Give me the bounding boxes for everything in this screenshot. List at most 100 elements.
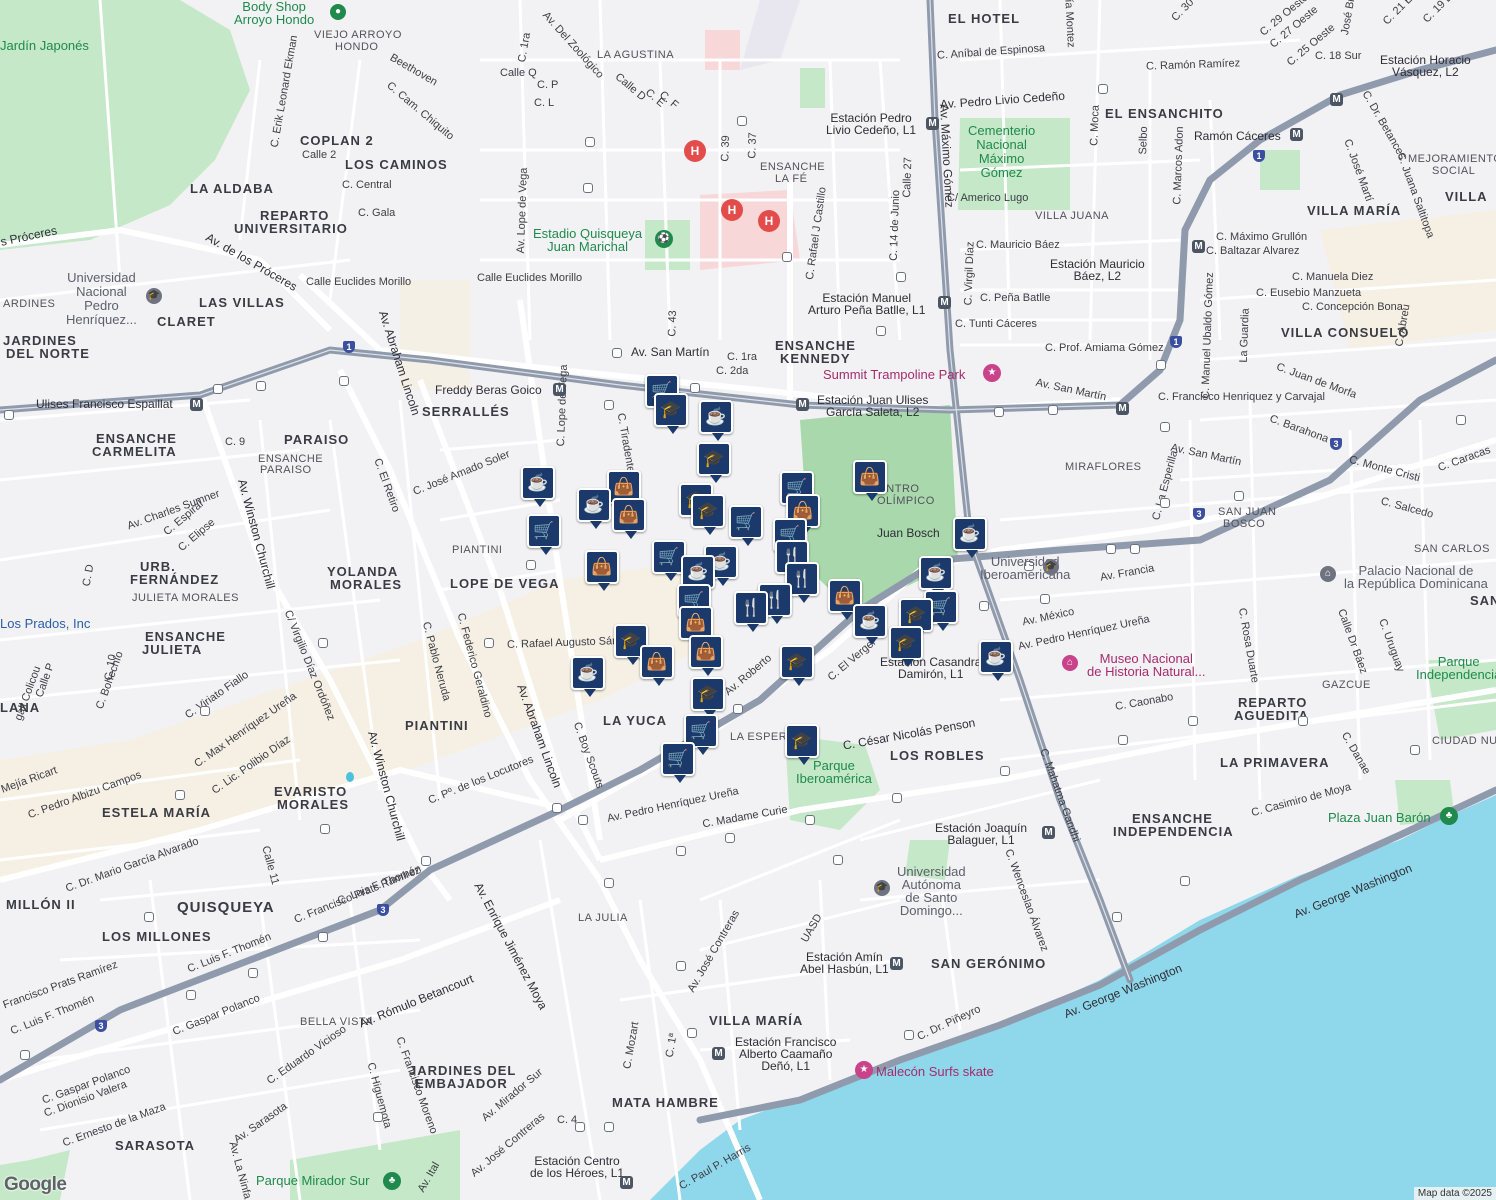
poi-uasd[interactable]: Universidad Autónoma de Santo Domingo...: [897, 865, 966, 917]
bus-stop-icon[interactable]: [1000, 766, 1010, 776]
bag-marker-icon[interactable]: 👜: [640, 645, 674, 686]
bus-stop-icon[interactable]: [1048, 405, 1058, 415]
coffee-marker-icon[interactable]: ☕: [919, 556, 953, 597]
coffee-marker-icon[interactable]: ☕: [521, 466, 555, 507]
school-marker-icon[interactable]: 🎓: [691, 494, 725, 535]
coffee-marker-icon[interactable]: ☕: [699, 400, 733, 441]
bus-stop-icon[interactable]: [373, 1112, 383, 1122]
restaurant-marker-icon[interactable]: 🍴: [734, 591, 768, 632]
coffee-marker-icon[interactable]: ☕: [571, 656, 605, 697]
bus-stop-icon[interactable]: [1118, 735, 1128, 745]
bus-stop-icon[interactable]: [805, 815, 815, 825]
map-attribution[interactable]: Map data ©2025: [1413, 1187, 1496, 1200]
bus-stop-icon[interactable]: [612, 348, 622, 358]
coffee-marker-icon[interactable]: ☕: [577, 488, 611, 529]
bus-stop-icon[interactable]: [904, 1030, 914, 1040]
landmark-icon[interactable]: ⌂: [1320, 566, 1336, 582]
metro-icon[interactable]: M: [938, 296, 951, 309]
metro-icon[interactable]: M: [1116, 402, 1129, 415]
bus-stop-icon[interactable]: [833, 855, 843, 865]
bag-marker-icon[interactable]: 👜: [585, 550, 619, 591]
poi-palacio-nacional[interactable]: Palacio Nacional de la República Dominica…: [1344, 564, 1488, 590]
poi-body-shop[interactable]: Body Shop Arroyo Hondo: [234, 0, 314, 26]
poi-malecon-surfs-skate[interactable]: Malecón Surfs skate: [876, 1065, 994, 1078]
bus-stop-icon[interactable]: [552, 803, 562, 813]
bus-stop-icon[interactable]: [318, 932, 328, 942]
bus-stop-icon[interactable]: [1130, 544, 1140, 554]
school-icon[interactable]: 🎓: [1043, 559, 1059, 575]
bus-stop-icon[interactable]: [144, 912, 154, 922]
bus-stop-icon[interactable]: [484, 638, 494, 648]
school-marker-icon[interactable]: 🎓: [785, 724, 819, 765]
bus-stop-icon[interactable]: [4, 410, 14, 420]
bus-stop-icon[interactable]: [687, 1028, 697, 1038]
metro-icon[interactable]: M: [796, 398, 809, 411]
cart-marker-icon[interactable]: 🛒: [661, 742, 695, 783]
poi-parque-mirador-sur[interactable]: Parque Mirador Sur: [256, 1174, 369, 1187]
metro-icon[interactable]: M: [926, 117, 939, 130]
metro-icon[interactable]: M: [620, 1176, 633, 1189]
school-icon[interactable]: 🎓: [146, 288, 162, 304]
hospital-icon[interactable]: H: [684, 140, 706, 162]
poi-estadio-quisqueya[interactable]: Estadio Quisqueya Juan Marichal: [533, 227, 642, 253]
cart-marker-icon[interactable]: 🛒: [527, 514, 561, 555]
hospital-icon[interactable]: H: [721, 199, 743, 221]
bus-stop-icon[interactable]: [575, 1122, 585, 1132]
poi-summit-trampoline-park[interactable]: Summit Trampoline Park: [823, 368, 965, 381]
bus-stop-icon[interactable]: [725, 833, 735, 843]
bus-stop-icon[interactable]: [690, 383, 700, 393]
school-marker-icon[interactable]: 🎓: [691, 677, 725, 718]
stadium-icon[interactable]: ⚽: [655, 230, 673, 248]
bag-marker-icon[interactable]: 👜: [853, 460, 887, 501]
bus-stop-icon[interactable]: [318, 638, 328, 648]
bus-stop-icon[interactable]: [604, 1122, 614, 1132]
bus-stop-icon[interactable]: [1098, 84, 1108, 94]
bus-stop-icon[interactable]: [1234, 491, 1244, 501]
bus-stop-icon[interactable]: [175, 790, 185, 800]
bus-stop-icon[interactable]: [979, 601, 989, 611]
bus-stop-icon[interactable]: [1160, 498, 1170, 508]
metro-icon[interactable]: M: [712, 1047, 725, 1060]
bus-stop-icon[interactable]: [676, 846, 686, 856]
bus-stop-icon[interactable]: [256, 381, 266, 391]
metro-icon[interactable]: M: [1042, 826, 1055, 839]
bus-stop-icon[interactable]: [339, 376, 349, 386]
metro-icon[interactable]: M: [1290, 128, 1303, 141]
tree-icon[interactable]: ♣: [383, 1172, 401, 1190]
bag-marker-icon[interactable]: 👜: [612, 498, 646, 539]
bus-stop-icon[interactable]: [676, 961, 686, 971]
bus-stop-icon[interactable]: [583, 183, 593, 193]
coffee-marker-icon[interactable]: ☕: [853, 604, 887, 645]
bus-stop-icon[interactable]: [1180, 876, 1190, 886]
hospital-icon[interactable]: H: [758, 210, 780, 232]
bus-stop-icon[interactable]: [1188, 716, 1198, 726]
map-canvas[interactable]: 1 1 1 3 3 3 3 EL HOTEL LA AGUSTINA COPLA…: [0, 0, 1496, 1200]
school-icon[interactable]: 🎓: [874, 880, 890, 896]
bus-stop-icon[interactable]: [896, 272, 906, 282]
school-marker-icon[interactable]: 🎓: [654, 393, 688, 434]
bus-stop-icon[interactable]: [320, 824, 330, 834]
pin-icon[interactable]: ●: [330, 4, 346, 20]
bus-stop-icon[interactable]: [1156, 360, 1166, 370]
bag-marker-icon[interactable]: 👜: [689, 635, 723, 676]
bus-stop-icon[interactable]: [876, 326, 886, 336]
bus-stop-icon[interactable]: [200, 706, 210, 716]
bus-stop-icon[interactable]: [578, 815, 588, 825]
trampoline-icon[interactable]: ★: [983, 364, 1001, 382]
metro-icon[interactable]: M: [190, 398, 203, 411]
bus-stop-icon[interactable]: [1456, 415, 1466, 425]
coffee-marker-icon[interactable]: ☕: [953, 517, 987, 558]
school-marker-icon[interactable]: 🎓: [780, 645, 814, 686]
bus-stop-icon[interactable]: [994, 407, 1004, 417]
poi-los-prados-inc[interactable]: Los Prados, Inc: [0, 617, 90, 630]
bus-stop-icon[interactable]: [585, 137, 595, 147]
museum-icon[interactable]: ⌂: [1062, 655, 1078, 671]
bus-stop-icon[interactable]: [526, 560, 536, 570]
bus-stop-icon[interactable]: [1112, 912, 1122, 922]
bus-stop-icon[interactable]: [20, 1050, 30, 1060]
poi-parque-independencia[interactable]: Parque Independencia: [1416, 655, 1496, 681]
metro-icon[interactable]: M: [553, 383, 566, 396]
cart-marker-icon[interactable]: 🛒: [729, 505, 763, 546]
bus-stop-icon[interactable]: [1410, 745, 1420, 755]
tree-icon[interactable]: ♣: [1440, 807, 1458, 825]
